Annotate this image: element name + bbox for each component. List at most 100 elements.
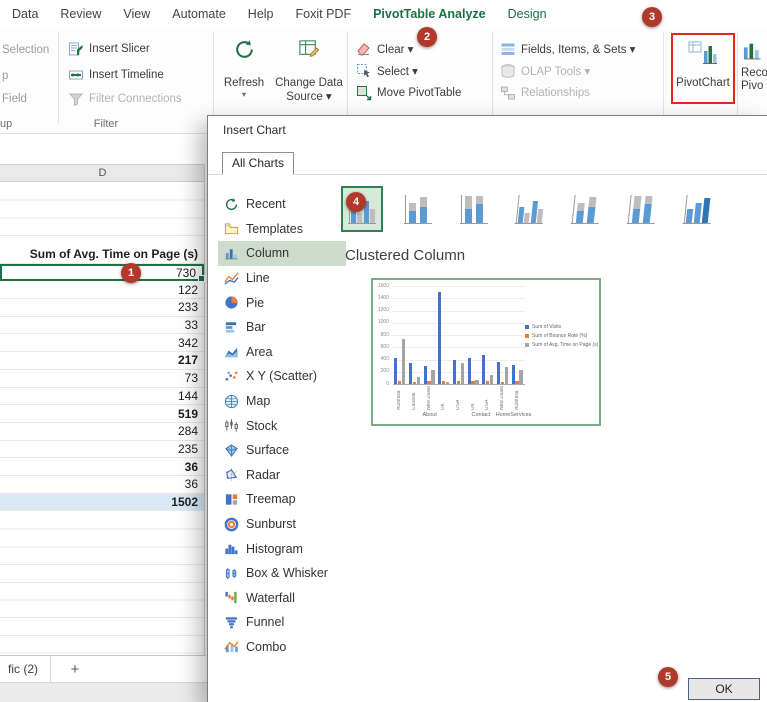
chart-preview[interactable]: 16001400120010008006004002000AustraliaCa… xyxy=(371,278,601,426)
preview-bar xyxy=(512,365,515,384)
move-pivottable-icon xyxy=(356,85,372,101)
chart-type-x-y-scatter[interactable]: X Y (Scatter) xyxy=(218,364,346,389)
preview-group-label: Contact xyxy=(466,412,495,418)
chart-type-label: Sunburst xyxy=(246,517,296,531)
group-divider xyxy=(213,32,214,124)
filter-connections-button[interactable]: Filter Connections xyxy=(68,91,182,107)
sheet-tab[interactable]: fic (2) xyxy=(0,656,50,682)
chart-type-waterfall[interactable]: Waterfall xyxy=(218,586,346,611)
ribbon-tab-design[interactable]: Design xyxy=(508,7,547,21)
preview-y-tick: 1000 xyxy=(373,320,389,325)
insert-slicer-button[interactable]: Insert Slicer xyxy=(68,41,150,57)
cell-value[interactable]: 284 xyxy=(0,423,204,441)
100-percent-stacked-column-subtype-icon[interactable] xyxy=(453,186,495,232)
3d-100-percent-stacked-column-subtype-icon[interactable] xyxy=(621,186,663,232)
chart-type-list: RecentTemplatesColumnLinePieBarAreaX Y (… xyxy=(218,192,346,659)
chart-type-templates[interactable]: Templates xyxy=(218,217,346,242)
ribbon-tab-foxit-pdf[interactable]: Foxit PDF xyxy=(296,7,352,21)
cell-value[interactable]: 1502 xyxy=(0,494,204,512)
cell-value[interactable]: 233 xyxy=(0,299,204,317)
cell-value[interactable]: 36 xyxy=(0,476,204,494)
timeline-icon xyxy=(68,67,84,83)
cell-value[interactable]: 217 xyxy=(0,352,204,370)
cell-value[interactable]: 33 xyxy=(0,317,204,335)
pivotchart-button[interactable]: PivotChart xyxy=(673,35,733,102)
cell-value[interactable]: 73 xyxy=(0,370,204,388)
chart-type-map[interactable]: Map xyxy=(218,389,346,414)
refresh-button[interactable]: Refresh ▾ xyxy=(216,34,272,99)
preview-bar xyxy=(497,362,500,384)
preview-bar xyxy=(453,360,456,384)
move-pivottable-button[interactable]: Move PivotTable xyxy=(356,85,461,101)
3d-column-subtype-icon[interactable] xyxy=(677,186,719,232)
chart-type-bar[interactable]: Bar xyxy=(218,315,346,340)
chart-type-sunburst[interactable]: Sunburst xyxy=(218,512,346,537)
cell-column-header-sum-avg-time[interactable]: Sum of Avg. Time on Page (s) xyxy=(0,246,204,264)
cell-value[interactable]: 144 xyxy=(0,388,204,406)
column-header-d[interactable]: D xyxy=(0,164,205,182)
cell-value[interactable]: 235 xyxy=(0,441,204,459)
treemap-icon xyxy=(224,492,239,507)
preview-x-label: Australia xyxy=(515,386,520,410)
change-data-source-label-2: Source ▾ xyxy=(286,91,331,104)
chart-type-pie[interactable]: Pie xyxy=(218,290,346,315)
chart-type-radar[interactable]: Radar xyxy=(218,463,346,488)
stacked-column-subtype-icon[interactable] xyxy=(397,186,439,232)
chart-type-column[interactable]: Column xyxy=(218,241,346,266)
tab-all-charts[interactable]: All Charts xyxy=(222,152,294,175)
ribbon-tab-help[interactable]: Help xyxy=(248,7,274,21)
add-sheet-button[interactable]: + xyxy=(65,659,85,679)
preview-x-label: Canada xyxy=(412,386,417,410)
sunburst-icon xyxy=(224,517,239,532)
cell-value[interactable]: 36 xyxy=(0,458,204,476)
chart-type-label: Funnel xyxy=(246,615,284,629)
fields-items-sets-button[interactable]: Fields, Items, & Sets ▾ xyxy=(500,41,635,57)
chart-type-combo[interactable]: Combo xyxy=(218,635,346,660)
fields-items-sets-icon xyxy=(500,41,516,57)
ribbon-tab-review[interactable]: Review xyxy=(60,7,101,21)
select-button[interactable]: Select ▾ xyxy=(356,63,418,79)
chart-type-funnel[interactable]: Funnel xyxy=(218,610,346,635)
cell-value-selected[interactable]: 730 xyxy=(0,264,204,282)
group-divider xyxy=(492,32,493,124)
step-badge-1: 1 xyxy=(121,263,141,283)
empty-grid-rows-bottom xyxy=(0,512,204,655)
chart-type-area[interactable]: Area xyxy=(218,340,346,365)
insert-chart-dialog: Insert Chart All Charts RecentTemplatesC… xyxy=(207,115,767,702)
ribbon-tab-pivottable-analyze[interactable]: PivotTable Analyze xyxy=(373,7,486,21)
cell-value[interactable]: 519 xyxy=(0,405,204,423)
olap-tools-button[interactable]: OLAP Tools ▾ xyxy=(500,63,590,79)
chart-type-recent[interactable]: Recent xyxy=(218,192,346,217)
ok-button[interactable]: OK xyxy=(688,678,760,700)
fill-handle[interactable] xyxy=(198,275,205,282)
insert-timeline-button[interactable]: Insert Timeline xyxy=(68,67,164,83)
chart-type-stock[interactable]: Stock xyxy=(218,413,346,438)
relationships-button[interactable]: Relationships xyxy=(500,85,590,101)
funnel-icon xyxy=(224,615,239,630)
recommended-pivottables-button[interactable]: Recom Pivo xyxy=(741,40,767,93)
ribbon-tab-view[interactable]: View xyxy=(123,7,150,21)
change-data-source-button[interactable]: Change Data Source ▾ xyxy=(272,34,346,104)
chart-type-line[interactable]: Line xyxy=(218,266,346,291)
line-icon xyxy=(224,271,239,286)
chart-type-surface[interactable]: Surface xyxy=(218,438,346,463)
recent-icon xyxy=(224,197,239,212)
group-divider xyxy=(58,32,59,124)
clear-button[interactable]: Clear ▾ xyxy=(356,41,413,57)
preview-bar xyxy=(515,381,518,384)
preview-y-tick: 0 xyxy=(373,382,389,387)
chart-type-histogram[interactable]: Histogram xyxy=(218,536,346,561)
pivotchart-icon xyxy=(688,41,718,70)
chart-type-treemap[interactable]: Treemap xyxy=(218,487,346,512)
tab-divider xyxy=(50,656,51,682)
cell-value[interactable]: 122 xyxy=(0,281,204,299)
3d-stacked-column-subtype-icon[interactable] xyxy=(565,186,607,232)
ribbon-tab-data[interactable]: Data xyxy=(12,7,38,21)
recommended-pivottables-icon xyxy=(741,40,767,67)
cell-value[interactable]: 342 xyxy=(0,334,204,352)
legend-label: Sum of Bounce Rate (%) xyxy=(532,333,587,339)
ribbon-tab-automate[interactable]: Automate xyxy=(172,7,226,21)
preview-bar xyxy=(505,367,508,384)
chart-type-box-whisker[interactable]: Box & Whisker xyxy=(218,561,346,586)
3d-clustered-column-subtype-icon[interactable] xyxy=(509,186,551,232)
